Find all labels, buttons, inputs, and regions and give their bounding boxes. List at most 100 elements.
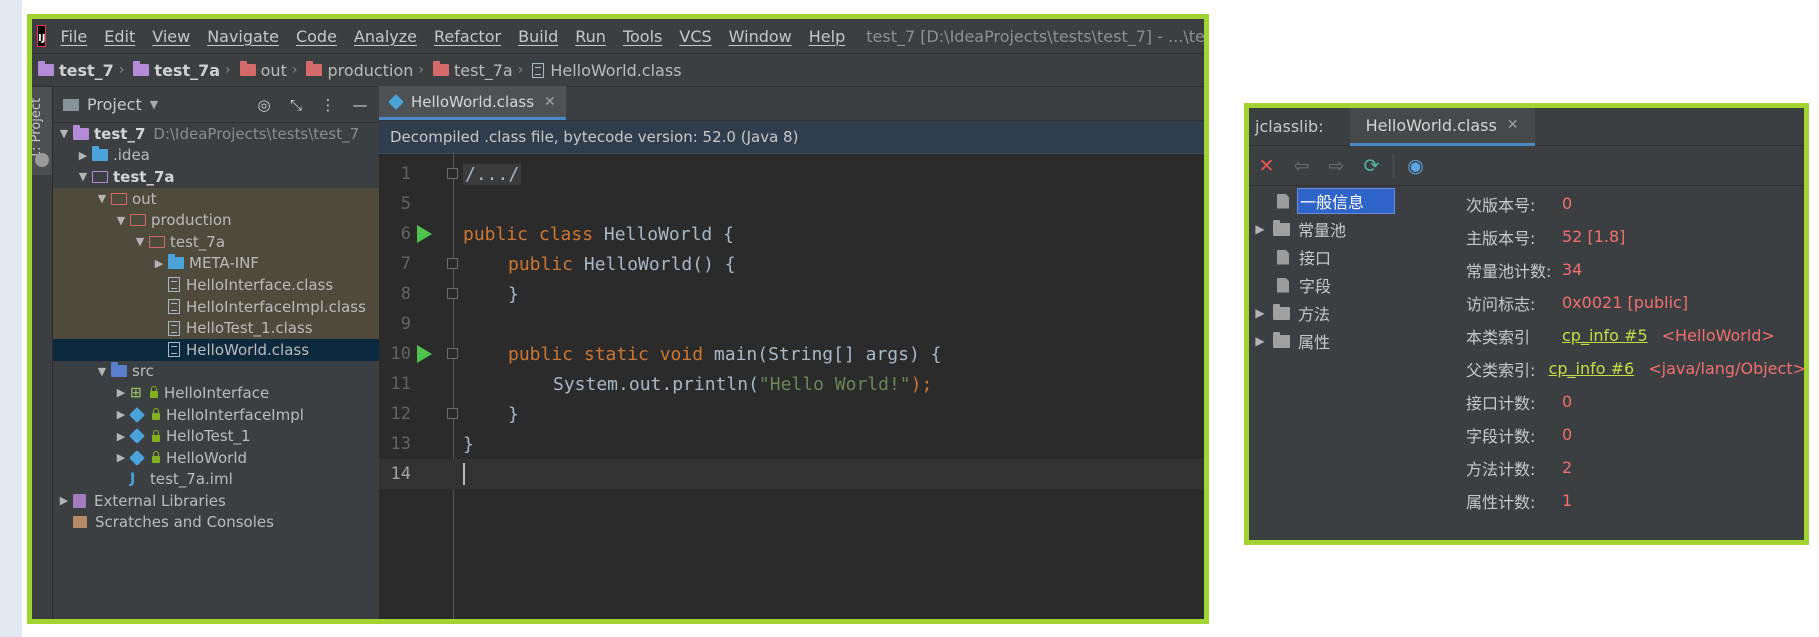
menu-code[interactable]: Code: [296, 27, 337, 46]
fold-end-icon[interactable]: [447, 288, 458, 299]
jclasslib-tree: 一般信息 ▶ 常量池 接口 字段 ▶ 方法 ▶ 属性: [1249, 187, 1456, 540]
tree-item-label: test_7: [94, 124, 146, 143]
breadcrumb-item[interactable]: production: [306, 61, 413, 80]
refresh-icon[interactable]: ⟳: [1354, 155, 1389, 177]
fold-icon[interactable]: [447, 348, 458, 359]
expanded-arrow-icon[interactable]: ▼: [112, 214, 130, 227]
detail-label: 父类索引:: [1466, 360, 1536, 380]
menu-navigate[interactable]: Navigate: [207, 27, 279, 46]
expanded-arrow-icon[interactable]: ▼: [93, 192, 111, 205]
options-menu-icon[interactable]: ⋮: [315, 96, 341, 114]
tree-item-scratches[interactable]: Scratches and Consoles: [53, 512, 379, 534]
tree-item-helloworld-class[interactable]: HelloWorld.class: [53, 338, 379, 361]
module-folder-icon: [38, 61, 54, 76]
lock-icon: [152, 451, 160, 464]
breadcrumb-item[interactable]: test_7a: [432, 61, 513, 80]
menu-tools[interactable]: Tools: [623, 27, 662, 46]
breadcrumb-item[interactable]: test_7: [38, 61, 114, 80]
collapsed-arrow-icon[interactable]: ▶: [112, 430, 130, 443]
code-text: main(String[] args) {: [703, 343, 942, 365]
project-tool-tab[interactable]: 1: Project: [32, 87, 52, 175]
tree-item-test-7a[interactable]: ▼ test_7a: [53, 166, 379, 188]
fold-expand-icon[interactable]: [447, 168, 458, 179]
locate-target-icon[interactable]: ◎: [251, 96, 277, 114]
tree-item-hellointerface-class[interactable]: HelloInterface.class: [53, 274, 379, 296]
jclasslib-tab-helloworld-class[interactable]: HelloWorld.class ✕: [1349, 108, 1535, 146]
jclasslib-tree-item-constant-pool[interactable]: ▶ 常量池: [1249, 215, 1456, 243]
expanded-arrow-icon[interactable]: ▼: [131, 235, 149, 248]
jclasslib-tree-item-methods[interactable]: ▶ 方法: [1249, 299, 1456, 327]
run-icon[interactable]: [417, 225, 432, 243]
menu-file[interactable]: File: [60, 27, 87, 46]
jclasslib-tree-item-attributes[interactable]: ▶ 属性: [1249, 327, 1456, 355]
java-class-icon: [129, 428, 145, 445]
code-editor[interactable]: 1 /.../ 5 6 public class HelloWorld { 7 …: [379, 153, 1204, 619]
fold-end-icon[interactable]: [447, 408, 458, 419]
tree-item-hellointerfaceimpl[interactable]: ▶ HelloInterfaceImpl: [53, 404, 379, 426]
menu-build[interactable]: Build: [518, 27, 558, 46]
run-icon[interactable]: [417, 345, 432, 363]
menu-refactor[interactable]: Refactor: [434, 27, 501, 46]
tree-item-meta-inf[interactable]: ▶ META-INF: [53, 252, 379, 275]
collapsed-arrow-icon[interactable]: ▶: [112, 386, 130, 399]
breadcrumb-item[interactable]: test_7a: [133, 61, 220, 80]
collapsed-arrow-icon[interactable]: ▶: [112, 408, 130, 421]
tree-item-external-libraries[interactable]: ▶ External Libraries: [53, 490, 379, 512]
expanded-arrow-icon[interactable]: ▼: [93, 365, 111, 378]
menu-run[interactable]: Run: [575, 27, 606, 46]
tree-item-production[interactable]: ▼ production: [53, 209, 379, 231]
close-icon[interactable]: ✕: [1507, 117, 1519, 133]
menu-window[interactable]: Window: [729, 27, 792, 46]
collapsed-arrow-icon[interactable]: ▶: [112, 451, 130, 464]
expanded-arrow-icon[interactable]: ▼: [55, 127, 73, 140]
collapsed-arrow-icon[interactable]: ▶: [1249, 222, 1271, 236]
tree-item-hellointerface[interactable]: ▶ ⊞ HelloInterface: [53, 382, 379, 404]
back-arrow-icon[interactable]: ⇦: [1284, 155, 1319, 177]
close-file-icon[interactable]: ✕: [1249, 155, 1284, 177]
page-icon: [1277, 249, 1289, 265]
web-icon[interactable]: ◉: [1398, 155, 1433, 177]
tree-item-test-7[interactable]: ▼ test_7 D:\IdeaProjects\tests\test_7: [53, 123, 379, 145]
detail-row: 方法计数: 2: [1466, 451, 1804, 484]
tree-item-helloworld[interactable]: ▶ HelloWorld: [53, 447, 379, 469]
collapsed-arrow-icon[interactable]: ▶: [1249, 334, 1271, 348]
jclasslib-tree-item-interfaces[interactable]: 接口: [1249, 243, 1456, 271]
tree-item-hellointerfaceimpl-class[interactable]: HelloInterfaceImpl.class: [53, 295, 379, 318]
cp-info-link[interactable]: cp_info #5: [1562, 326, 1648, 345]
menu-analyze[interactable]: Analyze: [354, 27, 417, 46]
jclasslib-tree-item-general[interactable]: 一般信息: [1249, 187, 1456, 215]
collapsed-arrow-icon[interactable]: ▶: [55, 494, 73, 507]
collapsed-arrow-icon[interactable]: ▶: [1249, 306, 1271, 320]
project-panel-title: Project: [87, 95, 142, 114]
tree-item-out[interactable]: ▼ out: [53, 187, 379, 210]
editor-tab-helloworld-class[interactable]: HelloWorld.class ✕: [379, 86, 566, 120]
line-number: 7: [400, 254, 411, 274]
forward-arrow-icon[interactable]: ⇨: [1319, 155, 1354, 177]
menu-view[interactable]: View: [152, 27, 190, 46]
close-icon[interactable]: ✕: [544, 94, 556, 110]
jclasslib-tree-label: 一般信息: [1297, 188, 1396, 214]
detail-value: <java/lang/Object>: [1648, 359, 1806, 378]
tree-item-hellotest1[interactable]: ▶ HelloTest_1: [53, 425, 379, 447]
expanded-arrow-icon[interactable]: ▼: [74, 170, 92, 183]
cp-info-link[interactable]: cp_info #6: [1549, 359, 1635, 378]
menu-help[interactable]: Help: [809, 27, 845, 46]
tree-item-idea[interactable]: ▶ .idea: [53, 145, 379, 167]
menu-vcs[interactable]: VCS: [679, 27, 711, 46]
collapse-all-icon[interactable]: ⤡: [283, 96, 309, 114]
folded-imports[interactable]: /.../: [463, 163, 522, 185]
project-view-selector[interactable]: Project ▼: [63, 95, 251, 114]
tree-item-hellotest1-class[interactable]: HelloTest_1.class: [53, 317, 379, 339]
jclasslib-tree-item-fields[interactable]: 字段: [1249, 271, 1456, 299]
collapsed-arrow-icon[interactable]: ▶: [74, 149, 92, 162]
tree-item-iml[interactable]: J test_7a.iml: [53, 469, 379, 491]
breadcrumb-item[interactable]: HelloWorld.class: [532, 61, 682, 80]
hide-panel-icon[interactable]: —: [347, 96, 373, 114]
tree-item-test-7a-output[interactable]: ▼ test_7a: [53, 230, 379, 253]
menu-edit[interactable]: Edit: [104, 27, 135, 46]
tree-item-src[interactable]: ▼ src: [53, 361, 379, 383]
breadcrumb-item[interactable]: out: [239, 61, 287, 80]
collapsed-arrow-icon[interactable]: ▶: [150, 257, 168, 270]
fold-icon[interactable]: [447, 258, 458, 269]
detail-row: 本类索引 cp_info #5 <HelloWorld>: [1466, 319, 1804, 352]
